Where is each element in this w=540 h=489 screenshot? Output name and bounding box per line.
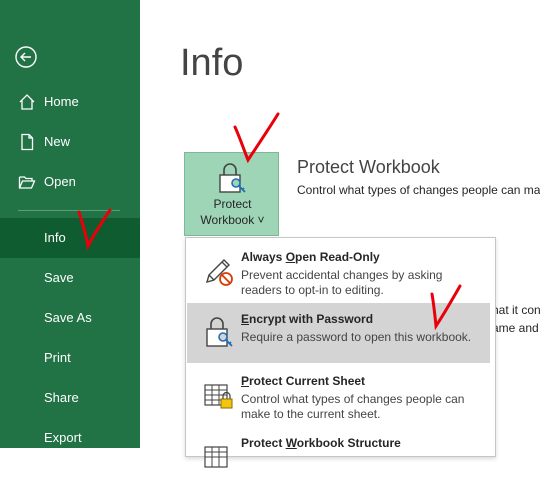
annotation-checkmark [430, 284, 462, 331]
sheet-lock-icon [204, 384, 233, 409]
menu-item-description: Require a password to open this workbook… [241, 330, 472, 344]
protect-button-label-line2: Workbook ˅ [200, 213, 265, 227]
menu-item-protect-current-sheet[interactable]: Protect Current Sheet Control what types… [186, 365, 495, 427]
workbook-structure-icon [204, 446, 228, 468]
page-title: Info [180, 42, 244, 84]
protect-button-label-line1: Protect [213, 197, 252, 211]
sidebar-item-save-as[interactable]: Save As [0, 298, 140, 338]
new-document-icon [21, 133, 34, 151]
lock-key-icon [206, 317, 233, 347]
sidebar-item-info[interactable]: Info [0, 218, 140, 258]
sidebar-item-print[interactable]: Print [0, 338, 140, 378]
pencil-prohibited-icon [205, 259, 233, 286]
menu-item-title: Encrypt with Password [241, 312, 374, 326]
sidebar-item-label: Share [44, 390, 79, 405]
sidebar-item-save[interactable]: Save [0, 258, 140, 298]
menu-item-description: Control what types of changes people can… [241, 392, 465, 421]
back-arrow-icon[interactable] [15, 46, 37, 68]
menu-item-title: Always Open Read-Only [241, 250, 380, 264]
sidebar-item-home[interactable]: Home [0, 82, 140, 122]
home-icon [19, 94, 35, 110]
menu-item-protect-workbook-structure[interactable]: Protect Workbook Structure [186, 427, 495, 489]
annotation-checkmark [77, 208, 112, 251]
sidebar-item-label: Print [44, 350, 71, 365]
sidebar-item-open[interactable]: Open [0, 162, 140, 202]
sidebar-item-share[interactable]: Share [0, 378, 140, 418]
lock-key-icon [219, 163, 246, 193]
backstage-sidebar: Home New Open Info Save Save As Print Sh… [0, 0, 140, 448]
sidebar-item-label: Home [44, 94, 79, 109]
sidebar-item-label: New [44, 134, 71, 149]
sidebar-item-label: Info [44, 230, 66, 245]
protect-workbook-dropdown: Always Open Read-Only Prevent accidental… [185, 237, 496, 468]
sidebar-item-export[interactable]: Export [0, 418, 140, 458]
menu-item-title: Protect Current Sheet [241, 374, 366, 388]
sidebar-item-label: Save [44, 270, 74, 285]
section-description: Control what types of changes people can… [297, 183, 540, 197]
sidebar-item-new[interactable]: New [0, 122, 140, 162]
section-title: Protect Workbook [297, 157, 440, 177]
sidebar-item-label: Export [44, 430, 82, 445]
background-text: hat it con [492, 303, 540, 317]
sidebar-item-label: Save As [44, 310, 92, 325]
background-text: ame and [492, 321, 539, 335]
folder-open-icon [18, 176, 36, 189]
sidebar-item-label: Open [44, 174, 76, 189]
annotation-checkmark [233, 112, 280, 164]
